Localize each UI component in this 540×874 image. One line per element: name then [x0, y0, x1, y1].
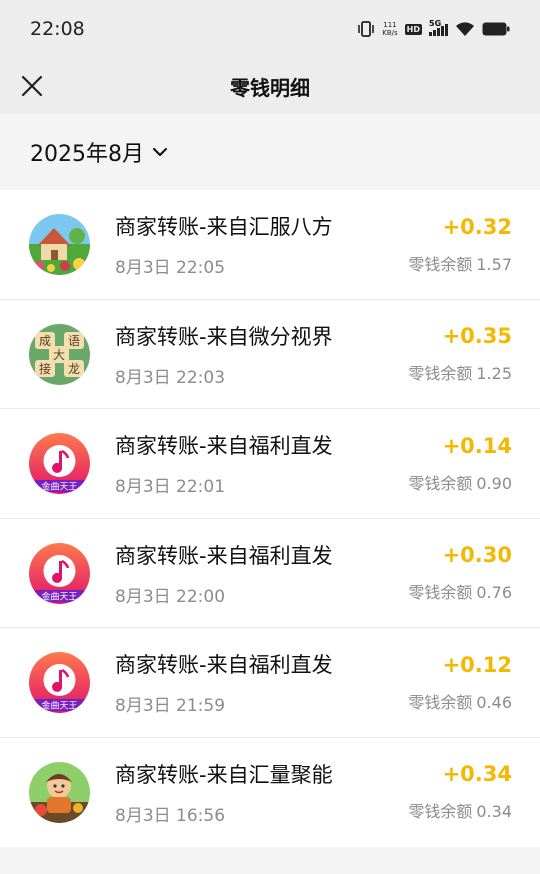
music-badge: 金曲天王 [41, 481, 77, 493]
transaction-row[interactable]: 金曲天王 商家转账-来自福利直发 8月3日 22:00 +0.30 零钱余额 0.… [0, 519, 540, 629]
month-selector[interactable]: 2025年8月 [30, 136, 168, 168]
transaction-title: 商家转账-来自微分视界 [115, 324, 333, 349]
transaction-info: 商家转账-来自汇量聚能 8月3日 16:56 [115, 759, 404, 826]
transaction-row[interactable]: 金曲天王 商家转账-来自福利直发 8月3日 21:59 +0.12 零钱余额 0.… [0, 628, 540, 738]
balance-label: 零钱余额 [408, 473, 473, 493]
hd-badge: HD [404, 23, 422, 35]
month-label: 2025年8月 [30, 142, 144, 167]
net-speed-unit: KB/s [382, 29, 398, 37]
balance-text: 零钱余额 1.25 [404, 360, 512, 384]
transaction-amounts: +0.12 零钱余额 0.46 [404, 653, 512, 713]
net-speed-value: 111 [383, 21, 397, 29]
transaction-title: 商家转账-来自汇服八方 [115, 215, 333, 240]
balance-label: 零钱余额 [408, 692, 473, 712]
tile-4: 接 [39, 361, 51, 376]
nav-bar: 零钱明细 [0, 58, 540, 114]
status-bar: 22:08 111 KB/s HD 5G [0, 0, 540, 58]
transaction-title: 商家转账-来自福利直发 [115, 543, 333, 568]
balance-label: 零钱余额 [408, 364, 473, 384]
balance-text: 零钱余额 0.76 [404, 579, 512, 603]
wifi-icon [456, 22, 474, 36]
transaction-row[interactable]: 成 语 大 接 龙 商家转账-来自微分视界 8月3日 22:03 +0.35 零… [0, 300, 540, 410]
network-type: 5G [429, 19, 442, 28]
tile-3: 大 [53, 348, 65, 362]
transaction-amounts: +0.35 零钱余额 1.25 [404, 324, 512, 384]
signal-icon: 5G [429, 19, 448, 36]
transaction-title: 商家转账-来自福利直发 [115, 434, 333, 459]
transaction-time: 8月3日 22:05 [115, 258, 226, 279]
transaction-amount: +0.32 [442, 214, 512, 239]
transaction-info: 商家转账-来自福利直发 8月3日 22:00 [115, 540, 404, 607]
farmer-avatar [29, 761, 90, 823]
tile-2: 语 [68, 334, 80, 348]
transaction-title: 商家转账-来自福利直发 [115, 653, 333, 678]
status-time: 22:08 [30, 18, 85, 40]
balance-text: 零钱余额 1.57 [404, 251, 512, 275]
transaction-amount: +0.30 [442, 543, 512, 568]
list-footer [0, 847, 540, 874]
music-badge: 金曲天王 [41, 590, 77, 602]
idiom-tiles-avatar: 成 语 大 接 龙 [29, 323, 90, 385]
balance-text: 零钱余额 0.34 [404, 798, 512, 822]
balance-label: 零钱余额 [408, 583, 473, 603]
transaction-amounts: +0.32 零钱余额 1.57 [404, 215, 512, 275]
balance-label: 零钱余额 [408, 254, 473, 274]
net-speed: 111 KB/s [382, 21, 397, 37]
transaction-info: 商家转账-来自福利直发 8月3日 22:01 [115, 430, 404, 497]
balance-value: 0.76 [476, 583, 512, 603]
month-filter-bar: 2025年8月 [0, 114, 540, 190]
transaction-amounts: +0.14 零钱余额 0.90 [404, 434, 512, 494]
balance-label: 零钱余额 [408, 802, 473, 822]
balance-value: 1.25 [476, 364, 512, 384]
transaction-info: 商家转账-来自汇服八方 8月3日 22:05 [115, 211, 404, 278]
vibrate-icon [358, 21, 375, 37]
transaction-amounts: +0.34 零钱余额 0.34 [404, 762, 512, 822]
transaction-info: 商家转账-来自微分视界 8月3日 22:03 [115, 321, 404, 388]
chevron-down-icon [152, 147, 168, 157]
garden-avatar [29, 214, 90, 276]
balance-value: 1.57 [476, 254, 512, 274]
transaction-time: 8月3日 22:03 [115, 367, 226, 388]
battery-icon [482, 22, 510, 36]
status-icons: 111 KB/s HD 5G [357, 19, 510, 37]
transaction-amount: +0.14 [442, 433, 512, 458]
transaction-row[interactable]: 金曲天王 商家转账-来自福利直发 8月3日 22:01 +0.14 零钱余额 0.… [0, 409, 540, 519]
transaction-amount: +0.35 [442, 324, 512, 349]
balance-text: 零钱余额 0.90 [404, 470, 512, 494]
tile-5: 龙 [68, 362, 80, 376]
balance-text: 零钱余额 0.46 [404, 689, 512, 713]
tile-1: 成 [39, 334, 51, 348]
transaction-list: 商家转账-来自汇服八方 8月3日 22:05 +0.32 零钱余额 1.57 成 … [0, 190, 540, 847]
transaction-amounts: +0.30 零钱余额 0.76 [404, 543, 512, 603]
transaction-time: 8月3日 21:59 [115, 696, 226, 717]
transaction-amount: +0.12 [442, 652, 512, 677]
transaction-row[interactable]: 商家转账-来自汇服八方 8月3日 22:05 +0.32 零钱余额 1.57 [0, 190, 540, 300]
close-button[interactable] [14, 68, 50, 104]
transaction-row[interactable]: 商家转账-来自汇量聚能 8月3日 16:56 +0.34 零钱余额 0.34 [0, 738, 540, 848]
close-icon [21, 75, 43, 97]
transaction-title: 商家转账-来自汇量聚能 [115, 762, 333, 787]
balance-value: 0.46 [476, 692, 512, 712]
page-title: 零钱明细 [230, 75, 310, 100]
transaction-amount: +0.34 [442, 762, 512, 787]
transaction-time: 8月3日 22:00 [115, 586, 226, 607]
music-note-avatar: 金曲天王 [29, 652, 90, 714]
balance-value: 0.90 [476, 473, 512, 493]
transaction-time: 8月3日 16:56 [115, 805, 226, 826]
music-note-avatar: 金曲天王 [29, 542, 90, 604]
music-note-avatar: 金曲天王 [29, 433, 90, 495]
balance-value: 0.34 [476, 802, 512, 822]
transaction-info: 商家转账-来自福利直发 8月3日 21:59 [115, 649, 404, 716]
transaction-time: 8月3日 22:01 [115, 477, 226, 498]
music-badge: 金曲天王 [41, 700, 77, 712]
